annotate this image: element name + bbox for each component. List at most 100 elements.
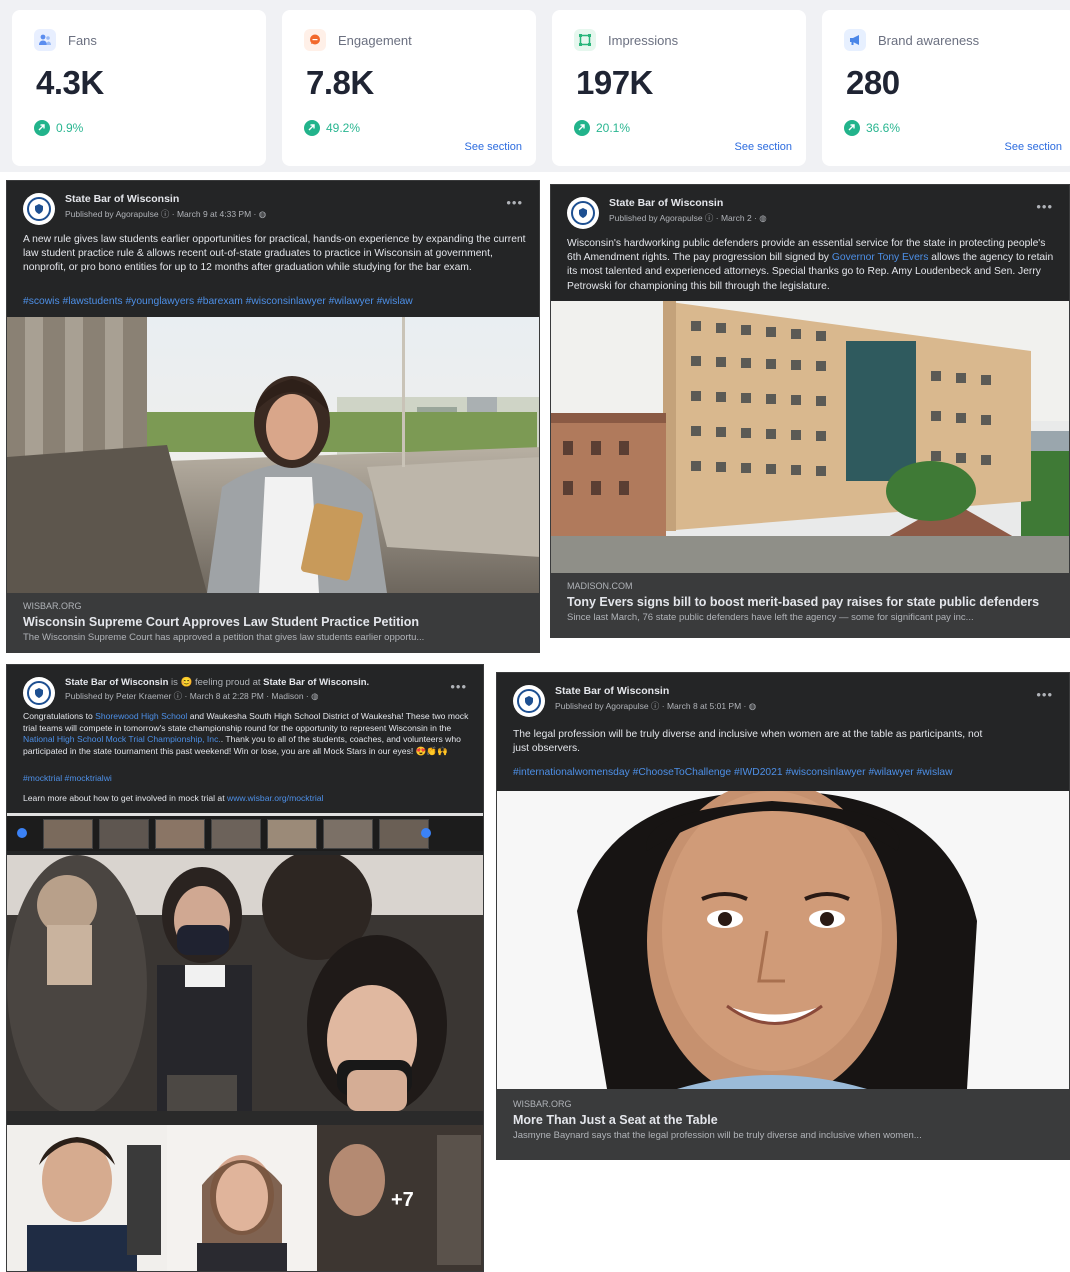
more-options-icon[interactable]: ••• <box>1036 199 1053 214</box>
metric-card-fans: Fans 4.3K 0.9% <box>12 10 266 166</box>
megaphone-icon <box>844 29 866 51</box>
metric-card-brand-awareness: Brand awareness 280 36.6% See section <box>822 10 1070 166</box>
metric-head: Impressions <box>574 28 678 52</box>
post-image-jasmyne-baynard[interactable] <box>497 791 1069 1089</box>
see-section-link[interactable]: See section <box>465 141 522 153</box>
metric-head: Engagement <box>304 28 412 52</box>
more-options-icon[interactable]: ••• <box>506 195 523 210</box>
metric-head: Brand awareness <box>844 28 979 52</box>
post-header: State Bar of Wisconsin Published by Agor… <box>23 193 523 229</box>
post-meta: Published by Peter Kraemer ⓘ · March 8 a… <box>65 691 319 701</box>
video-toolbar <box>7 1111 483 1125</box>
post-meta: Published by Agorapulse ⓘ · March 9 at 4… <box>65 209 267 219</box>
metric-card-engagement: Engagement 7.8K 49.2% See section <box>282 10 536 166</box>
location-page-link[interactable]: State Bar of Wisconsin. <box>263 677 369 688</box>
metric-value: 197K <box>576 64 653 101</box>
metric-change-value: 0.9% <box>56 121 84 135</box>
metric-label: Fans <box>68 32 97 48</box>
metric-change-value: 36.6% <box>866 121 901 135</box>
post-text: The legal profession will be truly diver… <box>513 729 983 755</box>
post-meta: Published by Agorapulse ⓘ · March 8 at 5… <box>555 701 757 711</box>
link-preview-title[interactable]: Tony Evers signs bill to boost merit-bas… <box>567 595 1055 609</box>
facebook-post-mock-trial: State Bar of Wisconsin is 😊 feeling prou… <box>6 664 484 1272</box>
trend-up-icon <box>574 120 590 136</box>
link-preview[interactable]: MADISON.COM Tony Evers signs bill to boo… <box>551 573 1069 637</box>
frame-icon <box>574 29 596 51</box>
link-preview-description: Since last March, 76 state public defend… <box>567 612 974 623</box>
metric-label: Engagement <box>338 32 412 48</box>
link-preview[interactable]: WISBAR.ORG Wisconsin Supreme Court Appro… <box>7 593 539 652</box>
metric-change: 0.9% <box>34 120 83 136</box>
tagged-governor-link[interactable]: Governor Tony Evers <box>832 252 929 263</box>
users-icon <box>34 29 56 51</box>
carousel-dot-icon[interactable] <box>17 828 27 838</box>
post-image-law-student[interactable] <box>7 317 539 593</box>
post-header: State Bar of Wisconsin is 😊 feeling prou… <box>23 677 467 713</box>
page-name[interactable]: State Bar of Wisconsin <box>65 193 179 205</box>
facebook-post-womens-day: State Bar of Wisconsin Published by Agor… <box>496 672 1070 1160</box>
metric-change: 20.1% <box>574 120 630 136</box>
learn-more-text: Learn more about how to get involved in … <box>23 793 225 803</box>
trend-up-icon <box>304 120 320 136</box>
participant-thumbnail <box>267 819 317 849</box>
facebook-post-law-student-rule: State Bar of Wisconsin Published by Agor… <box>6 180 540 653</box>
carousel-dot-icon[interactable] <box>421 828 431 838</box>
seal-icon <box>571 201 595 225</box>
avatar[interactable] <box>567 197 599 229</box>
link-preview-title[interactable]: Wisconsin Supreme Court Approves Law Stu… <box>23 615 525 629</box>
national-mock-trial-link[interactable]: National High School Mock Trial Champion… <box>23 734 221 744</box>
participant-thumbnail <box>43 819 93 849</box>
page-name-link[interactable]: State Bar of Wisconsin <box>65 677 168 688</box>
participant-thumbnail <box>155 819 205 849</box>
see-section-link[interactable]: See section <box>1005 141 1062 153</box>
avatar[interactable] <box>23 677 55 709</box>
post-header: State Bar of Wisconsin Published by Agor… <box>513 685 1053 721</box>
more-options-icon[interactable]: ••• <box>1036 687 1053 702</box>
seal-icon <box>517 689 541 713</box>
mock-trial-url-link[interactable]: www.wisbar.org/mocktrial <box>227 793 323 803</box>
link-preview-source: MADISON.COM <box>567 581 633 591</box>
avatar[interactable] <box>23 193 55 225</box>
link-preview-source: WISBAR.ORG <box>513 1099 572 1109</box>
post-text: Congratulations to Shorewood High School… <box>23 711 471 758</box>
link-preview-source: WISBAR.ORG <box>23 601 82 611</box>
metric-change-value: 20.1% <box>596 121 631 135</box>
participant-thumbnail <box>211 819 261 849</box>
link-preview-title[interactable]: More Than Just a Seat at the Table <box>513 1113 1055 1127</box>
post-text: Wisconsin's hardworking public defenders… <box>567 237 1057 294</box>
chat-bubble-icon <box>304 29 326 51</box>
feeling-status: is 😊 feeling proud at <box>171 677 261 688</box>
post-image-video-call[interactable]: +7 <box>7 1125 483 1271</box>
metric-change: 36.6% <box>844 120 900 136</box>
avatar[interactable] <box>513 685 545 717</box>
seal-icon <box>27 681 51 705</box>
link-preview-description: Jasmyne Baynard says that the legal prof… <box>513 1130 922 1141</box>
shorewood-link[interactable]: Shorewood High School <box>95 711 187 721</box>
participant-thumbnail <box>323 819 373 849</box>
post-text: A new rule gives law students earlier op… <box>23 234 526 274</box>
metric-value: 4.3K <box>36 64 104 101</box>
post-text-part: Congratulations to <box>23 711 93 721</box>
metric-head: Fans <box>34 28 97 52</box>
page-name: State Bar of Wisconsin is 😊 feeling prou… <box>65 677 369 688</box>
post-image-building[interactable] <box>551 301 1069 573</box>
page-name[interactable]: State Bar of Wisconsin <box>609 197 723 209</box>
post-hashtags[interactable]: #internationalwomensday #ChooseToChallen… <box>513 766 1057 780</box>
page-name[interactable]: State Bar of Wisconsin <box>555 685 669 697</box>
metric-value: 280 <box>846 64 900 101</box>
see-section-link[interactable]: See section <box>735 141 792 153</box>
metric-card-impressions: Impressions 197K 20.1% See section <box>552 10 806 166</box>
post-image-students-reacting[interactable] <box>7 855 483 1111</box>
video-participant-strip <box>7 813 483 851</box>
metric-value: 7.8K <box>306 64 374 101</box>
post-hashtags[interactable]: #mocktrial #mocktrialwi <box>23 773 471 785</box>
post-hashtags[interactable]: #scowis #lawstudents #younglawyers #bare… <box>23 295 527 309</box>
more-options-icon[interactable]: ••• <box>450 679 467 694</box>
link-preview[interactable]: WISBAR.ORG More Than Just a Seat at the … <box>497 1089 1069 1159</box>
metric-change: 49.2% <box>304 120 360 136</box>
seal-icon <box>27 197 51 221</box>
learn-more-line: Learn more about how to get involved in … <box>23 793 471 805</box>
facebook-post-public-defenders: State Bar of Wisconsin Published by Agor… <box>550 184 1070 638</box>
more-participants-count[interactable]: +7 <box>391 1189 414 1212</box>
metric-label: Brand awareness <box>878 32 980 48</box>
